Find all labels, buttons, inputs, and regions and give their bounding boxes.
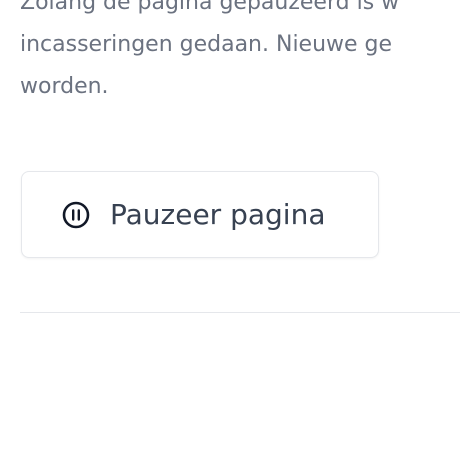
pause-page-button-label: Pauzeer pagina: [110, 198, 326, 231]
description-line-2: incasseringen gedaan. Nieuwe ge: [20, 32, 393, 57]
section-description: Zolang de pagina gepauzeerd is w incasse…: [20, 0, 460, 108]
description-line-3: worden.: [20, 74, 109, 99]
pause-page-button[interactable]: Pauzeer pagina: [21, 171, 379, 258]
section-divider: [20, 312, 460, 313]
description-line-1: Zolang de pagina gepauzeerd is w: [20, 0, 400, 15]
pause-circle-icon: [59, 198, 93, 232]
